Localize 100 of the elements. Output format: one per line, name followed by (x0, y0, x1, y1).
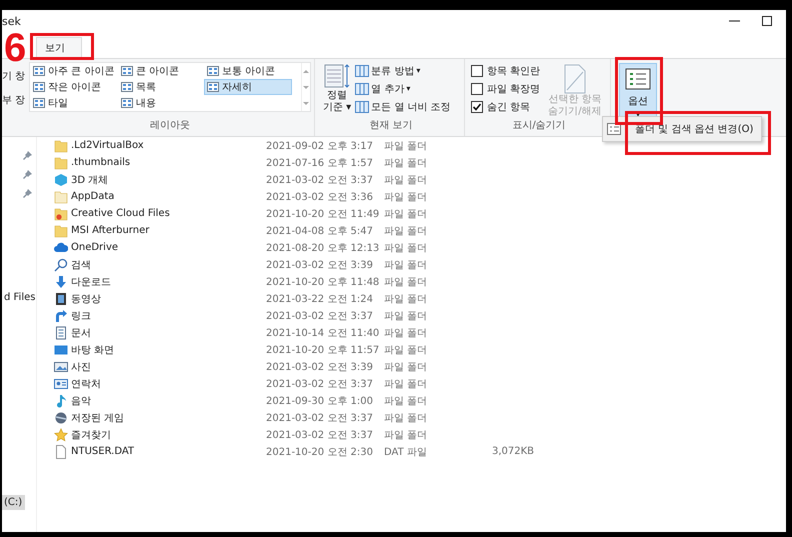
contact-card-icon (54, 376, 68, 390)
maximize-icon[interactable] (762, 16, 772, 26)
document-icon (54, 326, 68, 340)
file-name[interactable]: 링크 (71, 308, 91, 322)
date-cell-text: 2021-03-02 오전 3:37 (266, 428, 374, 442)
download-icon (54, 274, 68, 288)
check-icon (472, 102, 482, 112)
file-name[interactable]: 검색 (71, 258, 91, 272)
checklist-icon (607, 123, 621, 135)
pane-option[interactable]: 부 장 (2, 93, 26, 107)
date-cell-text: 2021-03-02 오전 3:39 (266, 258, 374, 272)
cube-icon (54, 172, 68, 186)
layout-option[interactable]: 내용 (118, 95, 204, 111)
date-cell-text: 2021-04-08 오후 5:47 (266, 224, 374, 238)
game-icon (54, 410, 68, 424)
size-cell: 3,072KB (492, 446, 534, 457)
file-name[interactable]: .thumbnails (71, 157, 130, 168)
date-cell-text: 2021-10-20 오후 11:57 (266, 344, 380, 356)
pin-icon[interactable] (23, 189, 32, 198)
date-cell-text: 2021-03-02 오전 3:37 (266, 310, 374, 322)
checkbox[interactable]: 숨긴 항목 (471, 98, 540, 115)
type-cell-text: 파일 폴더 (384, 394, 428, 408)
type-cell-text: 파일 폴더 (384, 412, 428, 424)
checkbox[interactable]: 파일 확장명 (471, 80, 540, 97)
file-name[interactable]: 즐겨찾기 (71, 428, 111, 442)
file-name[interactable]: 다운로드 (71, 274, 111, 288)
layout-option[interactable]: 목록 (118, 79, 204, 95)
file-name[interactable]: 사진 (71, 360, 91, 374)
folder-icon (54, 224, 68, 238)
layout-option[interactable]: 자세히 (204, 79, 292, 95)
sort-button[interactable]: 정렬 기준 ▾ (321, 62, 354, 115)
date-cell-text: 2021-10-20 오전 2:30 (266, 446, 374, 458)
type-cell-text: 파일 폴더 (384, 292, 428, 306)
view-grid-icon (121, 66, 133, 76)
type-cell-text: 파일 폴더 (384, 258, 428, 272)
type-cell-text: 파일 폴더 (384, 378, 428, 390)
nav-item[interactable]: (C:) (2, 495, 26, 510)
file-name[interactable]: 연락처 (71, 376, 101, 390)
date-cell-text: 2021-03-02 오전 3:37 (266, 412, 374, 424)
nav-item[interactable]: d Files (2, 290, 38, 305)
type-cell-text: 파일 폴더 (384, 276, 428, 288)
file-name[interactable]: 저장된 게임 (71, 410, 124, 424)
layout-option[interactable]: 타일 (30, 95, 118, 111)
file-name[interactable]: 동영상 (71, 292, 101, 306)
cloud-icon (54, 240, 68, 254)
file-name[interactable]: MSI Afterburner (71, 225, 150, 236)
layout-option[interactable]: 보통 아이콘 (204, 63, 292, 79)
file-name[interactable]: 문서 (71, 326, 91, 340)
type-cell-text: DAT 파일 (384, 446, 428, 458)
type-cell-text: 파일 폴더 (384, 360, 428, 374)
pane-option[interactable]: 기 창 (2, 69, 26, 83)
view-option[interactable]: 모든 열 너비 조정 (355, 98, 451, 115)
date-cell-text: 2021-03-22 오전 1:24 (266, 292, 374, 306)
folder-icon (54, 156, 68, 170)
hidden-file-icon (562, 64, 587, 94)
music-note-icon (54, 394, 68, 408)
gallery-scrollbar[interactable] (301, 63, 310, 111)
type-cell-text: 파일 폴더 (384, 242, 428, 254)
view-grid-icon (207, 82, 219, 92)
date-cell-text: 2021-08-20 오후 12:13 (266, 242, 380, 254)
picture-icon (54, 360, 68, 374)
ribbon-tab[interactable]: 보기 (36, 37, 82, 59)
view-grid-icon (121, 82, 133, 92)
group-label: 현재 보기 (368, 119, 414, 133)
view-option[interactable]: 분류 방법 ▾ (355, 62, 451, 79)
view-grid-icon (207, 66, 219, 76)
date-cell-text: 2021-03-02 오전 3:37 (266, 174, 374, 186)
layout-option[interactable]: 큰 아이콘 (118, 63, 204, 79)
view-option[interactable]: 열 추가 ▾ (355, 80, 451, 97)
window-title: sek (2, 14, 21, 28)
pin-icon[interactable] (23, 151, 32, 160)
file-name[interactable]: AppData (71, 191, 114, 202)
type-cell-text: 파일 폴더 (384, 310, 428, 322)
file-name[interactable]: OneDrive (71, 242, 118, 253)
date-cell-text: 2021-09-30 오후 1:00 (266, 394, 374, 408)
layout-option[interactable]: 작은 아이콘 (30, 79, 118, 95)
pin-icon[interactable] (23, 170, 32, 179)
desktop-icon (54, 342, 68, 356)
file-name[interactable]: NTUSER.DAT (71, 446, 134, 457)
type-cell-text: 파일 폴더 (384, 326, 428, 340)
type-cell-text: 파일 폴더 (384, 174, 428, 186)
search-icon (54, 258, 68, 272)
file-name[interactable]: 3D 개체 (71, 172, 108, 186)
type-cell-text: 파일 폴더 (384, 208, 428, 220)
file-name[interactable]: .Ld2VirtualBox (71, 140, 144, 151)
layout-option[interactable]: 아주 큰 아이콘 (30, 63, 118, 79)
checkbox[interactable]: 항목 확인란 (471, 62, 540, 79)
file-name[interactable]: Creative Cloud Files (71, 208, 170, 219)
view-grid-icon (121, 98, 133, 108)
file-name[interactable]: 음악 (71, 394, 91, 408)
film-icon (54, 292, 68, 306)
date-cell-text: 2021-03-02 오전 3:36 (266, 190, 374, 204)
view-grid-icon (33, 66, 45, 76)
date-cell-text: 2021-03-02 오전 3:39 (266, 360, 374, 374)
minimize-icon[interactable] (729, 20, 740, 22)
checklist-icon (625, 68, 651, 90)
columns-icon (355, 64, 370, 76)
view-grid-icon (33, 98, 45, 108)
file-name[interactable]: 바탕 화면 (71, 342, 114, 356)
type-cell-text: 파일 폴더 (384, 140, 428, 152)
